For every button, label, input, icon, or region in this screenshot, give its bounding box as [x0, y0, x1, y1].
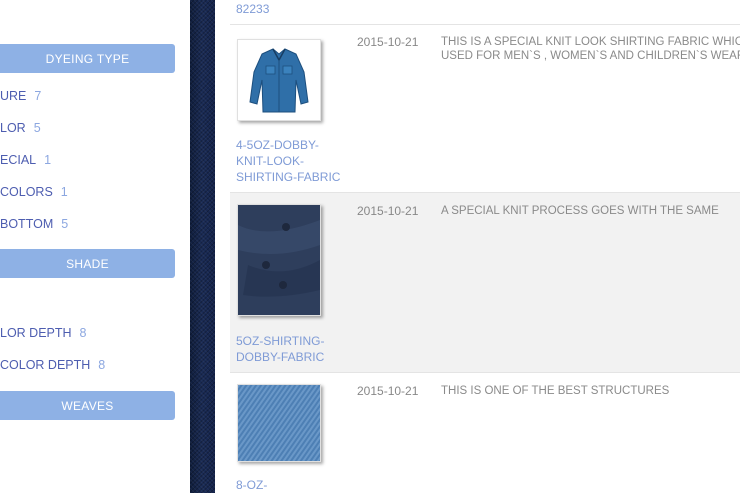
- filter-item[interactable]: BOTTOM 5: [0, 217, 68, 231]
- fabric-image: [238, 205, 320, 315]
- filter-item[interactable]: COLOR DEPTH 8: [0, 358, 105, 372]
- product-thumbnail[interactable]: [237, 39, 321, 121]
- filter-count: 7: [34, 89, 42, 103]
- product-thumbnail[interactable]: [237, 204, 321, 316]
- filter-item[interactable]: LOR DEPTH 8: [0, 326, 87, 340]
- weaves-header[interactable]: WEAVES: [0, 391, 175, 420]
- denim-divider: [190, 0, 215, 493]
- filter-label: URE: [0, 89, 27, 103]
- table-row: 8-OZ- 2015-10-21 THIS IS ONE OF THE BEST…: [230, 372, 740, 493]
- row-description: THIS IS ONE OF THE BEST STRUCTURES: [441, 385, 670, 397]
- filter-count: 5: [61, 217, 69, 231]
- shirt-image: [238, 40, 320, 120]
- product-code-link[interactable]: 82233: [236, 1, 346, 17]
- filter-count: 8: [98, 358, 106, 372]
- fabric-image: [238, 385, 320, 461]
- filter-item[interactable]: COLORS 1: [0, 185, 68, 199]
- table-row: 4-5OZ-DOBBY-KNIT-LOOK-SHIRTING-FABRIC 20…: [230, 24, 740, 193]
- filter-count: 8: [79, 326, 87, 340]
- table-row: 5OZ-SHIRTING-DOBBY-FABRIC 2015-10-21 A S…: [230, 192, 740, 373]
- filter-label: LOR: [0, 121, 26, 135]
- dyeing-type-header[interactable]: DYEING TYPE: [0, 44, 175, 73]
- filter-label: BOTTOM: [0, 217, 54, 231]
- filter-count: 5: [33, 121, 41, 135]
- product-link[interactable]: 4-5OZ-DOBBY-KNIT-LOOK-SHIRTING-FABRIC: [236, 137, 346, 185]
- product-thumbnail[interactable]: [237, 384, 321, 462]
- filter-label: LOR DEPTH: [0, 326, 72, 340]
- filter-label: COLORS: [0, 185, 53, 199]
- product-link[interactable]: 8-OZ-: [236, 477, 346, 493]
- row-date: 2015-10-21: [357, 384, 419, 398]
- product-link[interactable]: 5OZ-SHIRTING-DOBBY-FABRIC: [236, 333, 346, 365]
- product-list: 82233 4-5OZ-DOBBY-KNIT-LOOK-SHIRTING-FAB…: [215, 0, 740, 493]
- filter-label: COLOR DEPTH: [0, 358, 91, 372]
- row-description: A SPECIAL KNIT PROCESS GOES WITH THE SAM…: [441, 205, 719, 217]
- filter-item[interactable]: LOR 5: [0, 121, 41, 135]
- filter-sidebar: DYEING TYPE URE 7 LOR 5 ECIAL 1 COLORS 1 BOT…: [0, 0, 190, 493]
- filter-label: ECIAL: [0, 153, 37, 167]
- row-description: THIS IS A SPECIAL KNIT LOOK SHIRTING FAB…: [441, 36, 740, 62]
- filter-item[interactable]: ECIAL 1: [0, 153, 51, 167]
- shade-header[interactable]: SHADE: [0, 249, 175, 278]
- row-date: 2015-10-21: [357, 204, 419, 218]
- filter-count: 1: [60, 185, 68, 199]
- filter-item[interactable]: URE 7: [0, 89, 41, 103]
- filter-count: 1: [44, 153, 52, 167]
- row-date: 2015-10-21: [357, 35, 419, 49]
